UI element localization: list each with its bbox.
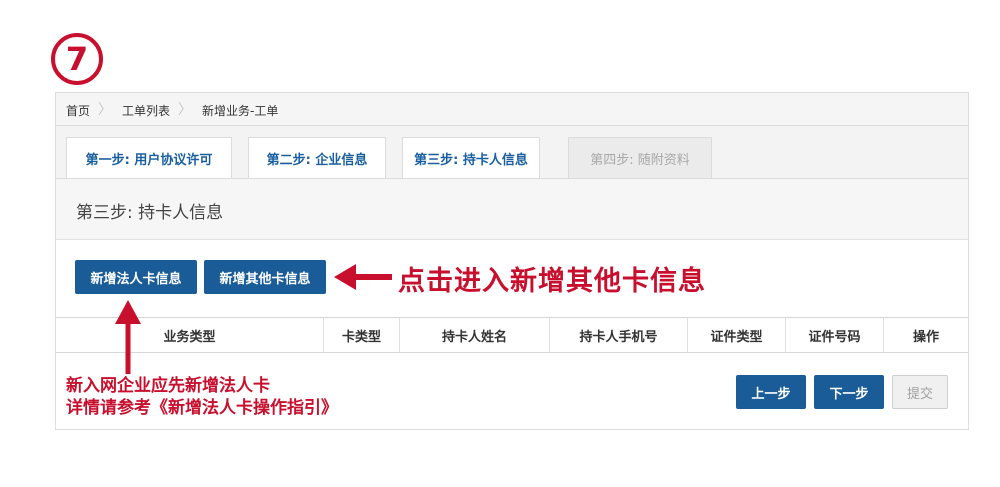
tab-step-3-cardholder[interactable]: 第三步: 持卡人信息 — [402, 137, 540, 178]
next-step-button[interactable]: 下一步 — [814, 375, 884, 409]
breadcrumb-separator-icon: 〉 — [98, 102, 112, 118]
step-number: 7 — [66, 40, 88, 78]
add-other-card-button[interactable]: 新增其他卡信息 — [204, 260, 326, 294]
tab-step-4-attachments: 第四步: 随附资料 — [568, 137, 712, 178]
tab-step-1-agreement[interactable]: 第一步: 用户协议许可 — [66, 137, 232, 178]
column-card-type: 卡类型 — [323, 318, 399, 352]
add-legal-card-button[interactable]: 新增法人卡信息 — [75, 260, 197, 294]
tab-step-2-company[interactable]: 第二步: 企业信息 — [248, 137, 386, 178]
breadcrumb-home[interactable]: 首页 — [66, 102, 90, 119]
annotation-line-2: 详情请参考《新增法人卡操作指引》 — [66, 398, 338, 418]
section-header: 第三步: 持卡人信息 — [56, 179, 968, 240]
breadcrumb-separator-icon: 〉 — [178, 102, 192, 118]
breadcrumb: 首页 〉 工单列表 〉 新增业务-工单 — [56, 93, 968, 126]
annotation-add-other-card: 点击进入新增其他卡信息 — [398, 266, 706, 297]
submit-button: 提交 — [892, 375, 948, 409]
column-holder-phone: 持卡人手机号 — [549, 318, 687, 352]
column-actions: 操作 — [883, 318, 968, 352]
column-holder-name: 持卡人姓名 — [399, 318, 549, 352]
step-tabs: 第一步: 用户协议许可 第二步: 企业信息 第三步: 持卡人信息 第四步: 随附… — [56, 126, 968, 179]
breadcrumb-new-business: 新增业务-工单 — [202, 104, 279, 118]
prev-step-button[interactable]: 上一步 — [736, 375, 806, 409]
column-business-type: 业务类型 — [163, 329, 216, 345]
annotation-add-legal-card: 新入网企业应先新增法人卡 详情请参考《新增法人卡操作指引》 — [66, 375, 338, 419]
section-title: 第三步: 持卡人信息 — [76, 203, 224, 223]
annotation-line-1: 新入网企业应先新增法人卡 — [66, 376, 270, 396]
column-id-number: 证件号码 — [785, 318, 883, 352]
breadcrumb-ticket-list[interactable]: 工单列表 — [122, 102, 170, 119]
step-number-badge: 7 — [50, 32, 106, 88]
column-id-type: 证件类型 — [687, 318, 785, 352]
cardholder-table-header: 业务类型 卡类型 持卡人姓名 持卡人手机号 证件类型 证件号码 操作 — [56, 317, 968, 353]
